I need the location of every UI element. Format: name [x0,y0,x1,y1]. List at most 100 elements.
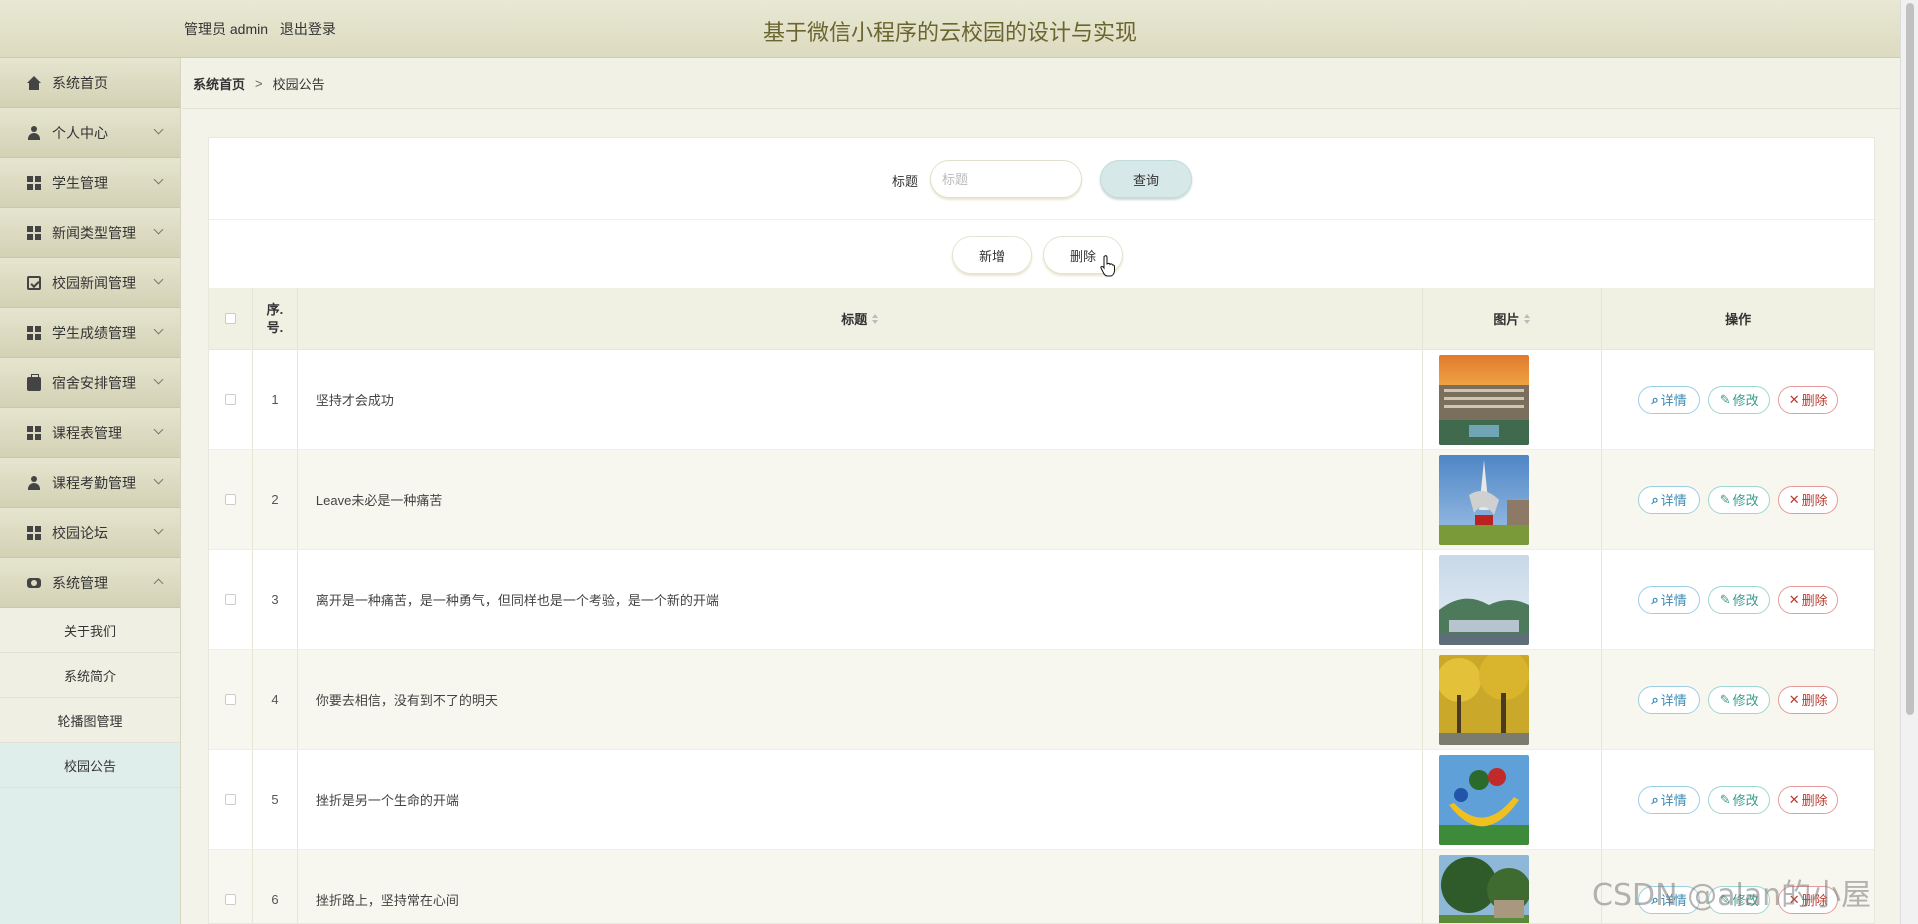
add-button[interactable]: 新增 [952,236,1032,274]
search-button[interactable]: 查询 [1100,160,1192,198]
page-scrollbar[interactable] [1900,0,1918,924]
detail-button[interactable]: ⌕ 详情 [1638,485,1701,514]
sidebar-subitem-notices[interactable]: 校园公告 [0,743,180,788]
sort-icon[interactable] [872,313,879,324]
row-checkbox[interactable] [224,594,236,605]
chevron-down-icon [153,174,164,185]
sidebar-subitem-about[interactable]: 关于我们 [0,608,180,653]
row-checkbox[interactable] [224,494,236,505]
row-image-cell [1423,450,1603,549]
row-ops: ⌕ 详情 ✎ 修改 ✕ 删除 [1602,850,1874,923]
row-checkbox[interactable] [224,894,236,905]
sidebar-item-attendance[interactable]: 课程考勤管理 [0,458,180,508]
detail-button[interactable]: ⌕ 详情 [1638,585,1701,614]
detail-button-label: 详情 [1660,493,1687,508]
edit-button[interactable]: ✎ 修改 [1708,685,1771,714]
delete-button[interactable]: ✕ 删除 [1778,585,1839,614]
breadcrumb-home[interactable]: 系统首页 [193,74,245,93]
edit-button-label: 修改 [1732,693,1759,708]
detail-button[interactable]: ⌕ 详情 [1638,885,1701,914]
search-icon: ⌕ [1651,491,1659,507]
row-title: 离开是一种痛苦，是一种勇气，但同样也是一个考验，是一个新的开端 [298,550,1423,649]
sidebar-item-grades[interactable]: 学生成绩管理 [0,308,180,358]
sort-icon[interactable] [1524,313,1531,324]
edit-button[interactable]: ✎ 修改 [1708,385,1771,414]
row-ops: ⌕ 详情 ✎ 修改 ✕ 删除 [1602,750,1874,849]
detail-button[interactable]: ⌕ 详情 [1638,785,1701,814]
header-ops: 操作 [1602,288,1874,349]
sidebar-item-label: 系统首页 [52,74,108,91]
sidebar-item-news-types[interactable]: 新闻类型管理 [0,208,180,258]
pencil-icon: ✎ [1719,491,1731,507]
sidebar-item-students[interactable]: 学生管理 [0,158,180,208]
sidebar-item-label: 课程考勤管理 [52,474,136,491]
hand-cursor-icon [1100,255,1115,277]
header-title[interactable]: 标题 [298,288,1423,349]
delete-button[interactable]: ✕ 删除 [1778,385,1839,414]
row-no: 3 [253,550,298,649]
row-no: 5 [253,750,298,849]
thumbnail-image[interactable] [1438,554,1529,645]
row-title: 挫折是另一个生命的开端 [298,750,1423,849]
grid-icon [27,525,41,540]
thumbnail-image[interactable] [1438,454,1529,545]
scrollbar-thumb[interactable] [1906,3,1914,715]
chevron-down-icon [153,474,164,485]
header-ops-label: 操作 [1725,312,1752,327]
delete-button[interactable]: ✕ 删除 [1778,885,1839,914]
header-title-label: 标题 [841,312,868,327]
row-ops: ⌕ 详情 ✎ 修改 ✕ 删除 [1602,650,1874,749]
thumbnail-image[interactable] [1438,654,1529,745]
search-bar: 标题 查询 [209,138,1874,220]
home-icon [27,75,41,90]
row-checkbox[interactable] [224,794,236,805]
sidebar-subitem-carousel[interactable]: 轮播图管理 [0,698,180,743]
clipboard-icon [27,275,41,290]
detail-button[interactable]: ⌕ 详情 [1638,385,1701,414]
close-icon: ✕ [1788,891,1800,907]
breadcrumb: 系统首页 > 校园公告 [182,59,1900,109]
row-checkbox-cell [209,650,253,749]
table-row: 6 挫折路上，坚持常在心间 ⌕ 详情 ✎ 修改 ✕ 删除 [209,850,1874,924]
action-bar: 新增 删除 [209,220,1874,290]
detail-button-label: 详情 [1660,693,1687,708]
row-checkbox[interactable] [224,694,236,705]
chevron-down-icon [153,274,164,285]
thumbnail-image[interactable] [1438,754,1529,845]
row-no: 2 [253,450,298,549]
pencil-icon: ✎ [1719,391,1731,407]
sidebar-item-timetable[interactable]: 课程表管理 [0,408,180,458]
sidebar-item-forum[interactable]: 校园论坛 [0,508,180,558]
row-title: 坚持才会成功 [298,350,1423,449]
delete-button[interactable]: ✕ 删除 [1778,785,1839,814]
sidebar-item-campus-news[interactable]: 校园新闻管理 [0,258,180,308]
sidebar-item-label: 系统管理 [52,574,108,591]
row-image-cell [1423,850,1603,924]
sidebar-item-dorm[interactable]: 宿舍安排管理 [0,358,180,408]
detail-button[interactable]: ⌕ 详情 [1638,685,1701,714]
delete-button-label: 删除 [1801,693,1828,708]
thumbnail-image[interactable] [1438,354,1529,445]
row-checkbox[interactable] [224,394,236,405]
delete-button[interactable]: ✕ 删除 [1778,485,1839,514]
sidebar-subitem-intro[interactable]: 系统简介 [0,653,180,698]
chevron-up-icon [153,578,164,589]
row-title: 你要去相信，没有到不了的明天 [298,650,1423,749]
chevron-down-icon [153,524,164,535]
thumbnail-image[interactable] [1438,854,1529,924]
edit-button[interactable]: ✎ 修改 [1708,885,1771,914]
edit-button[interactable]: ✎ 修改 [1708,485,1771,514]
header-no-label: 序. 号. [266,301,284,335]
user-icon [27,475,41,490]
delete-button[interactable]: ✕ 删除 [1778,685,1839,714]
select-all-checkbox[interactable] [224,313,236,324]
edit-button[interactable]: ✎ 修改 [1708,785,1771,814]
edit-button[interactable]: ✎ 修改 [1708,585,1771,614]
edit-button-label: 修改 [1732,793,1759,808]
search-input[interactable] [930,160,1082,198]
sidebar-item-profile[interactable]: 个人中心 [0,108,180,158]
sidebar-item-home[interactable]: 系统首页 [0,58,180,108]
sidebar-item-system[interactable]: 系统管理 [0,558,180,608]
header-image[interactable]: 图片 [1423,288,1603,349]
delete-button-label: 删除 [1801,593,1828,608]
